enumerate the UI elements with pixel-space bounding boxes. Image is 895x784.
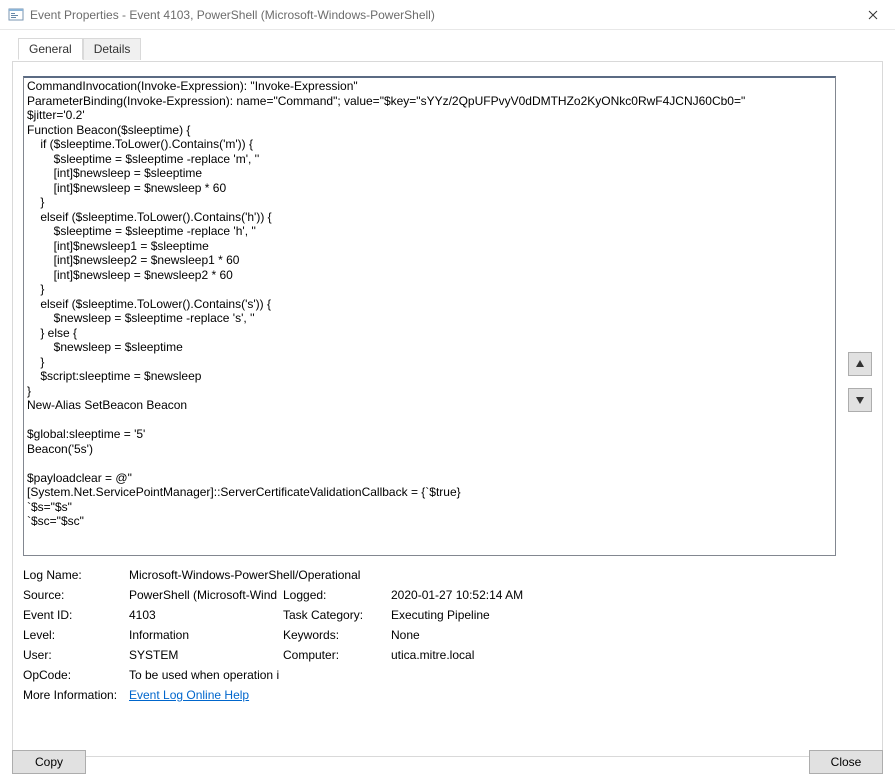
next-event-button[interactable]: [848, 388, 872, 412]
level-value: Information: [129, 628, 283, 642]
event-body-wrap: CommandInvocation(Invoke-Expression): "I…: [23, 76, 836, 556]
close-button[interactable]: Close: [809, 750, 883, 774]
task-category-value: Executing Pipeline: [391, 608, 836, 622]
tab-general[interactable]: General: [18, 38, 83, 60]
logged-label: Logged:: [283, 588, 391, 602]
event-id-value: 4103: [129, 608, 283, 622]
source-label: Source:: [23, 588, 129, 602]
computer-label: Computer:: [283, 648, 391, 662]
tab-details-label: Details: [94, 42, 131, 56]
event-body-text[interactable]: CommandInvocation(Invoke-Expression): "I…: [23, 76, 836, 556]
prev-event-button[interactable]: [848, 352, 872, 376]
app-icon: [8, 7, 24, 23]
level-label: Level:: [23, 628, 129, 642]
log-name-value: Microsoft-Windows-PowerShell/Operational: [129, 568, 836, 582]
keywords-label: Keywords:: [283, 628, 391, 642]
user-value: SYSTEM: [129, 648, 283, 662]
tab-panel: CommandInvocation(Invoke-Expression): "I…: [12, 61, 883, 757]
user-label: User:: [23, 648, 129, 662]
computer-value: utica.mitre.local: [391, 648, 836, 662]
opcode-label: OpCode:: [23, 668, 129, 682]
tab-strip: General Details: [18, 38, 141, 60]
content-area: General Details CommandInvocation(Invoke…: [0, 30, 895, 784]
window-title: Event Properties - Event 4103, PowerShel…: [30, 8, 850, 22]
properties-grid: Log Name: Microsoft-Windows-PowerShell/O…: [23, 568, 836, 702]
dialog-button-row: Copy Close: [12, 750, 883, 774]
tab-general-label: General: [29, 42, 72, 56]
close-button-label: Close: [831, 755, 862, 769]
tab-details[interactable]: Details: [83, 38, 142, 60]
event-id-label: Event ID:: [23, 608, 129, 622]
log-name-label: Log Name:: [23, 568, 129, 582]
copy-button-label: Copy: [35, 755, 63, 769]
opcode-value: To be used when operation i: [129, 668, 836, 682]
source-value: PowerShell (Microsoft-Wind: [129, 588, 283, 602]
event-log-help-link[interactable]: Event Log Online Help: [129, 688, 249, 702]
copy-button[interactable]: Copy: [12, 750, 86, 774]
logged-value: 2020-01-27 10:52:14 AM: [391, 588, 836, 602]
record-nav: [848, 352, 872, 412]
window-close-button[interactable]: [850, 0, 895, 30]
window-titlebar: Event Properties - Event 4103, PowerShel…: [0, 0, 895, 30]
task-category-label: Task Category:: [283, 608, 391, 622]
keywords-value: None: [391, 628, 836, 642]
more-info-label: More Information:: [23, 688, 129, 702]
more-info-value: Event Log Online Help: [129, 688, 836, 702]
